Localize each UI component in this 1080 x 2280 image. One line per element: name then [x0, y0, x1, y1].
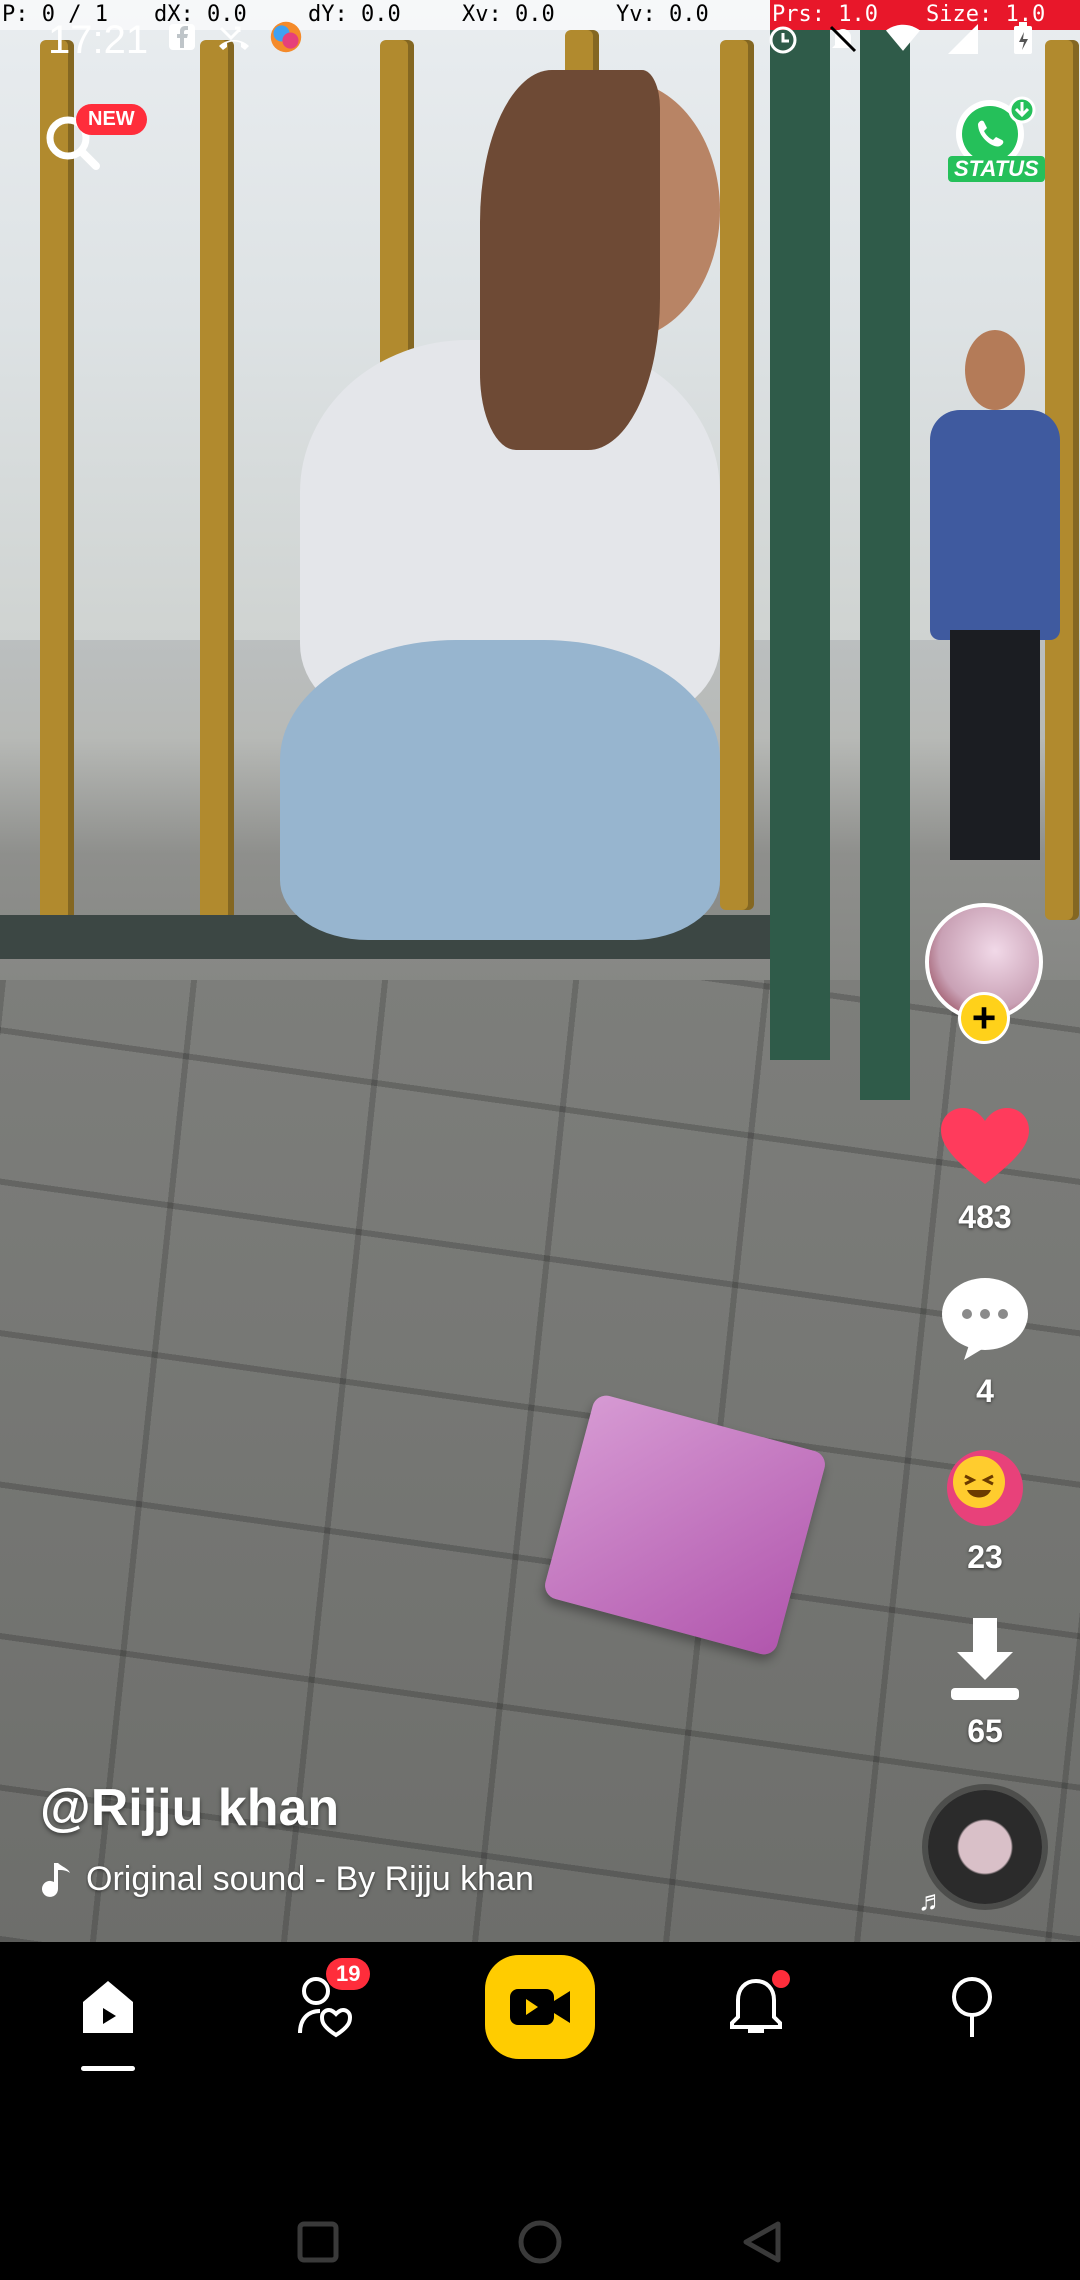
new-badge: NEW — [76, 104, 147, 135]
bell-icon — [730, 1978, 782, 2033]
nav-following[interactable] — [216, 1942, 432, 2072]
recents-icon — [297, 2221, 339, 2263]
recents-button[interactable] — [288, 2212, 348, 2272]
home-button[interactable] — [510, 2212, 570, 2272]
reaction-button[interactable]: 23 — [905, 1448, 1065, 1576]
bystander — [930, 320, 1060, 860]
alarm-icon — [766, 22, 800, 56]
home-icon — [83, 1981, 133, 2033]
laughing-emoji-icon — [947, 1450, 1023, 1526]
home-circle-icon — [518, 2220, 562, 2264]
gate-post — [770, 20, 830, 1060]
app-notification-icon — [269, 20, 303, 54]
sound-row[interactable]: Original sound - By Rijju khan — [40, 1860, 606, 1899]
heart-icon — [941, 1108, 1029, 1184]
music-note-icon: ♬ — [918, 1885, 946, 1916]
reaction-count: 23 — [967, 1539, 1003, 1575]
bottom-nav — [0, 1942, 1080, 2072]
notification-dot — [772, 1970, 790, 1988]
sound-title: Original sound - By Rijju khan — [86, 1860, 534, 1898]
status-time: 17:21 — [48, 18, 149, 62]
following-badge: 19 — [326, 1958, 371, 1990]
system-nav-bar — [0, 2072, 1080, 2280]
download-icon — [951, 1618, 1019, 1700]
back-icon — [743, 2221, 781, 2263]
mute-icon — [826, 22, 860, 56]
nav-create[interactable] — [432, 1942, 648, 2072]
whatsapp-status-label: STATUS — [948, 156, 1045, 182]
person-hair — [480, 70, 660, 450]
download-count: 65 — [967, 1713, 1003, 1749]
gate-bar — [200, 40, 234, 920]
gate-post — [860, 20, 910, 1100]
whatsapp-status-button[interactable]: STATUS — [940, 96, 1050, 186]
comment-count: 4 — [976, 1373, 994, 1409]
comment-button[interactable]: 4 — [905, 1276, 1065, 1410]
nav-home[interactable] — [0, 1942, 216, 2072]
missed-call-icon — [217, 20, 251, 54]
nav-profile[interactable] — [864, 1942, 1080, 2072]
video-camera-icon — [510, 1989, 570, 2025]
signal-icon — [946, 22, 980, 56]
person-jeans — [280, 640, 720, 940]
comment-icon — [942, 1278, 1028, 1360]
like-count: 483 — [958, 1199, 1012, 1235]
follow-button[interactable]: + — [958, 992, 1010, 1044]
nav-notifications[interactable] — [648, 1942, 864, 2072]
create-video-button[interactable] — [485, 1955, 595, 2059]
like-button[interactable]: 483 — [905, 1108, 1065, 1236]
profile-icon — [952, 1977, 992, 2037]
gate-bar — [720, 40, 754, 910]
facebook-icon — [165, 20, 199, 54]
status-bar: 17:21 — [0, 0, 1080, 80]
battery-icon — [1006, 22, 1040, 56]
creator-username[interactable]: @Rijju khan — [40, 1778, 339, 1838]
download-button[interactable]: 65 — [905, 1618, 1065, 1750]
wifi-icon — [886, 22, 920, 56]
back-button[interactable] — [732, 2212, 792, 2272]
active-tab-indicator — [81, 2066, 135, 2071]
music-note-icon — [42, 1862, 70, 1897]
